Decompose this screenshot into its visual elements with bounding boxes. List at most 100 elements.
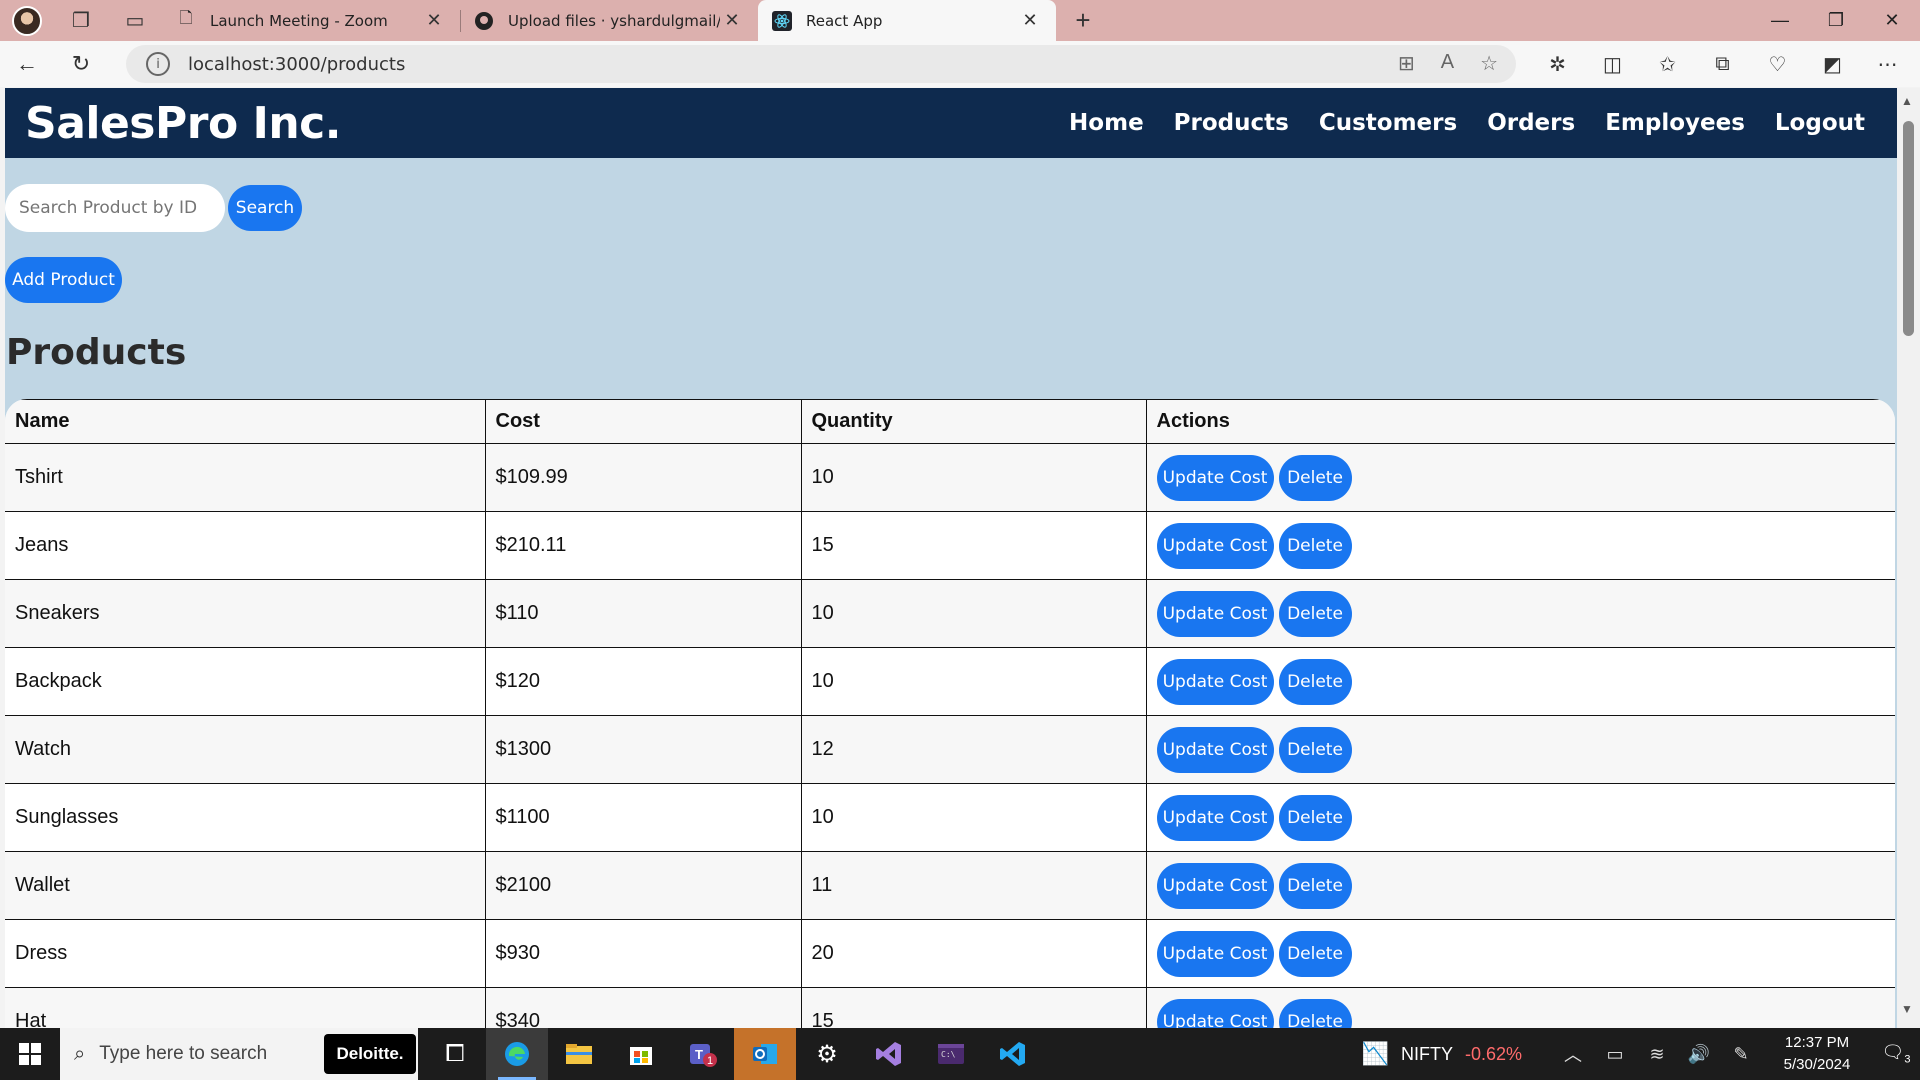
battery-icon[interactable]: ▭ <box>1594 1044 1636 1065</box>
file-explorer-icon[interactable] <box>548 1028 610 1080</box>
task-view-icon[interactable]: ⧠ <box>424 1028 486 1080</box>
product-actions: Update Cost Delete <box>1145 511 1895 580</box>
add-product-button[interactable]: Add Product <box>5 257 122 303</box>
refresh-icon[interactable]: ↻ <box>54 41 108 87</box>
collections-icon[interactable]: ⧉ <box>1695 53 1750 76</box>
edge-icon[interactable] <box>486 1028 548 1080</box>
deloitte-search-badge[interactable]: Deloitte. <box>324 1034 416 1074</box>
product-name: Wallet <box>5 851 486 920</box>
brand-logo[interactable]: SalesPro Inc. <box>25 98 341 149</box>
ticker-change: -0.62% <box>1464 1043 1522 1064</box>
page-title: Products <box>6 332 187 373</box>
update-cost-button[interactable]: Update Cost <box>1156 658 1274 705</box>
notification-icon[interactable]: 🗨3 <box>1872 1042 1920 1066</box>
start-button[interactable] <box>0 1043 60 1065</box>
close-icon[interactable]: ✕ <box>422 10 446 31</box>
nav-customers[interactable]: Customers <box>1319 110 1457 136</box>
nav-logout[interactable]: Logout <box>1775 110 1865 136</box>
back-icon[interactable]: ← <box>0 41 54 87</box>
delete-button[interactable]: Delete <box>1278 726 1352 773</box>
ticker-name: NIFTY <box>1400 1043 1453 1064</box>
nav-employees[interactable]: Employees <box>1605 110 1745 136</box>
avatar <box>12 5 42 36</box>
delete-button[interactable]: Delete <box>1278 930 1352 977</box>
stock-widget[interactable]: 📉 NIFTY -0.62% <box>1362 1041 1522 1067</box>
nav-home[interactable]: Home <box>1069 110 1144 136</box>
url-text[interactable]: localhost:3000/products <box>188 54 405 75</box>
update-cost-button[interactable]: Update Cost <box>1156 522 1274 569</box>
update-cost-button[interactable]: Update Cost <box>1156 998 1274 1028</box>
update-cost-button[interactable]: Update Cost <box>1156 862 1274 909</box>
terminal-icon[interactable]: C:\ <box>920 1028 982 1080</box>
product-quantity: 10 <box>800 783 1147 852</box>
table-header-row: Name Cost Quantity Actions <box>5 399 1895 444</box>
split-screen-icon[interactable]: ◫ <box>1585 52 1640 77</box>
tab-react-app[interactable]: React App ✕ <box>758 0 1056 41</box>
product-cost: $340 <box>484 987 802 1028</box>
product-actions: Update Cost Delete <box>1145 443 1895 512</box>
performance-icon[interactable]: ♡ <box>1750 52 1805 77</box>
workspaces-icon[interactable]: ❐ <box>54 0 108 41</box>
delete-button[interactable]: Delete <box>1278 590 1352 637</box>
window-close-icon[interactable]: ✕ <box>1864 0 1920 41</box>
update-cost-button[interactable]: Update Cost <box>1156 794 1274 841</box>
omnibox-actions: ⊞ A ☆ <box>1398 51 1498 76</box>
page-scrollbar[interactable]: ▲ ▼ <box>1897 88 1920 1028</box>
table-row: Sneakers $110 10 Update Cost Delete <box>5 579 1895 648</box>
read-aloud-icon[interactable]: A <box>1441 51 1454 76</box>
delete-button[interactable]: Delete <box>1278 454 1352 501</box>
minimize-icon[interactable]: — <box>1752 0 1808 41</box>
profile-avatar[interactable] <box>0 0 54 41</box>
visual-studio-icon[interactable] <box>858 1028 920 1080</box>
update-cost-button[interactable]: Update Cost <box>1156 454 1274 501</box>
app-available-icon[interactable]: ⊞ <box>1398 51 1415 76</box>
update-cost-button[interactable]: Update Cost <box>1156 726 1274 773</box>
delete-button[interactable]: Delete <box>1278 794 1352 841</box>
delete-button[interactable]: Delete <box>1278 658 1352 705</box>
product-name: Hat <box>5 987 486 1028</box>
extensions-icon[interactable]: ✲ <box>1530 52 1585 77</box>
nav-products[interactable]: Products <box>1174 110 1289 136</box>
update-cost-button[interactable]: Update Cost <box>1156 930 1274 977</box>
favorite-star-icon[interactable]: ☆ <box>1480 51 1498 76</box>
product-quantity: 10 <box>800 443 1147 512</box>
copilot-icon[interactable]: ◩ <box>1805 52 1860 77</box>
delete-button[interactable]: Delete <box>1278 998 1352 1028</box>
tab-zoom[interactable]: 🗋 Launch Meeting - Zoom ✕ <box>162 0 460 41</box>
scrollbar-thumb[interactable] <box>1903 121 1914 336</box>
site-info-icon[interactable]: i <box>146 52 170 76</box>
restore-icon[interactable]: ❐ <box>1808 0 1864 41</box>
favorites-icon[interactable]: ✩ <box>1640 52 1695 77</box>
scroll-up-icon[interactable]: ▲ <box>1901 94 1913 108</box>
close-icon[interactable]: ✕ <box>720 10 744 31</box>
tab-github[interactable]: Upload files · yshardulgmail/Sup ✕ <box>460 0 758 41</box>
new-tab-icon[interactable]: + <box>1056 0 1110 41</box>
outlook-icon[interactable] <box>734 1028 796 1080</box>
close-icon[interactable]: ✕ <box>1018 10 1042 31</box>
product-name: Jeans <box>5 511 486 580</box>
table-row: Wallet $2100 11 Update Cost Delete <box>5 851 1895 920</box>
more-menu-icon[interactable]: ⋯ <box>1860 52 1915 77</box>
vscode-icon[interactable] <box>982 1028 1044 1080</box>
delete-button[interactable]: Delete <box>1278 522 1352 569</box>
search-button[interactable]: Search <box>228 185 302 231</box>
pen-icon[interactable]: ✎ <box>1720 1044 1762 1065</box>
tab-actions-icon[interactable]: ▭ <box>108 0 162 41</box>
nav-orders[interactable]: Orders <box>1487 110 1575 136</box>
address-bar[interactable]: i localhost:3000/products ⊞ A ☆ <box>126 45 1516 83</box>
table-row: Sunglasses $1100 10 Update Cost Delete <box>5 783 1895 852</box>
delete-button[interactable]: Delete <box>1278 862 1352 909</box>
store-icon[interactable] <box>610 1028 672 1080</box>
wifi-icon[interactable]: ≋ <box>1636 1044 1678 1065</box>
update-cost-button[interactable]: Update Cost <box>1156 590 1274 637</box>
chevron-up-icon[interactable]: ︿ <box>1552 1041 1594 1067</box>
clock-time: 12:37 PM <box>1784 1034 1850 1051</box>
clock[interactable]: 12:37 PM 5/30/2024 <box>1762 1032 1872 1076</box>
settings-icon[interactable]: ⚙ <box>796 1028 858 1080</box>
scroll-down-icon[interactable]: ▼ <box>1901 1002 1913 1016</box>
volume-icon[interactable]: 🔊 <box>1678 1044 1720 1065</box>
table-row: Watch $1300 12 Update Cost Delete <box>5 715 1895 784</box>
search-input[interactable] <box>5 184 225 232</box>
table-row: Hat $340 15 Update Cost Delete <box>5 987 1895 1028</box>
teams-icon[interactable]: T1 <box>672 1028 734 1080</box>
